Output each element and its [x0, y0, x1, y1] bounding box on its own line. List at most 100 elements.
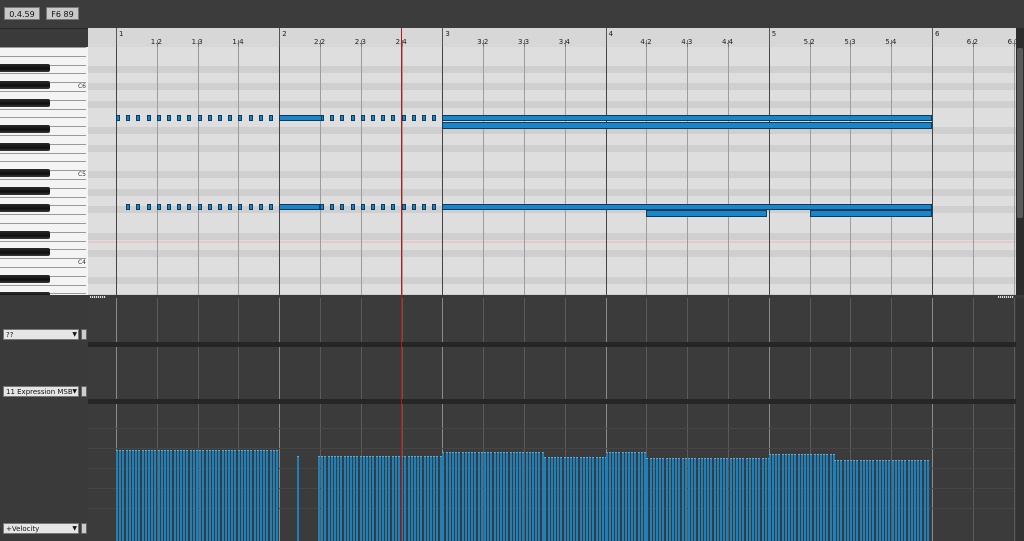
black-key[interactable]: [0, 186, 50, 195]
velocity-bar[interactable]: [519, 452, 522, 541]
velocity-bar[interactable]: [461, 452, 464, 541]
velocity-bar[interactable]: [192, 450, 195, 541]
velocity-bar[interactable]: [646, 458, 649, 541]
velocity-bar[interactable]: [474, 452, 477, 541]
velocity-bar[interactable]: [875, 460, 878, 541]
velocity-bar[interactable]: [672, 458, 674, 541]
midi-note[interactable]: [371, 204, 375, 210]
velocity-bar[interactable]: [697, 458, 700, 541]
velocity-bar[interactable]: [678, 458, 681, 541]
velocity-bar[interactable]: [135, 450, 138, 541]
velocity-bar[interactable]: [826, 454, 829, 541]
velocity-bar[interactable]: [888, 460, 891, 541]
velocity-bar[interactable]: [180, 450, 182, 541]
velocity-bar[interactable]: [608, 452, 611, 541]
midi-note[interactable]: [136, 115, 141, 121]
velocity-bar[interactable]: [816, 454, 819, 541]
midi-note[interactable]: [320, 204, 324, 210]
velocity-bar[interactable]: [144, 450, 147, 541]
midi-note[interactable]: [146, 115, 151, 121]
midi-note[interactable]: [228, 204, 233, 210]
velocity-bar[interactable]: [346, 456, 349, 541]
velocity-bar[interactable]: [859, 460, 862, 541]
velocity-bar[interactable]: [391, 456, 394, 541]
velocity-bar[interactable]: [547, 457, 550, 541]
black-key[interactable]: [0, 63, 50, 72]
velocity-bar[interactable]: [337, 456, 340, 541]
velocity-bar[interactable]: [586, 457, 588, 541]
velocity-bar[interactable]: [846, 460, 849, 541]
velocity-bar[interactable]: [810, 454, 813, 541]
velocity-bar[interactable]: [618, 452, 621, 541]
velocity-bar[interactable]: [704, 458, 706, 541]
midi-note[interactable]: [207, 204, 212, 210]
roll-scroll-thumb[interactable]: [1017, 48, 1023, 218]
velocity-bar[interactable]: [125, 450, 128, 541]
midi-note[interactable]: [442, 115, 932, 121]
velocity-bar[interactable]: [471, 452, 474, 541]
midi-note[interactable]: [646, 210, 768, 217]
velocity-bar[interactable]: [160, 450, 163, 541]
velocity-bar[interactable]: [250, 450, 253, 541]
velocity-bar[interactable]: [781, 454, 784, 541]
velocity-bar[interactable]: [522, 452, 525, 541]
velocity-bar[interactable]: [891, 460, 894, 541]
midi-note[interactable]: [238, 204, 243, 210]
velocity-bar[interactable]: [901, 460, 904, 541]
velocity-bar[interactable]: [212, 450, 214, 541]
velocity-bar[interactable]: [602, 457, 604, 541]
velocity-bar[interactable]: [234, 450, 237, 541]
velocity-bar[interactable]: [423, 456, 426, 541]
velocity-bar[interactable]: [148, 450, 150, 541]
midi-note[interactable]: [218, 115, 222, 121]
piano-roll-grid[interactable]: [88, 47, 1016, 295]
velocity-bar[interactable]: [595, 457, 598, 541]
midi-note[interactable]: [177, 204, 182, 210]
velocity-bar[interactable]: [458, 452, 461, 541]
velocity-bar[interactable]: [910, 460, 913, 541]
velocity-bar[interactable]: [132, 450, 134, 541]
velocity-bar[interactable]: [318, 456, 320, 541]
velocity-lane-selector[interactable]: +Velocity ▼: [3, 523, 79, 534]
velocity-bar[interactable]: [240, 450, 243, 541]
midi-note[interactable]: [218, 204, 222, 210]
velocity-bar[interactable]: [208, 450, 211, 541]
velocity-bar[interactable]: [637, 452, 640, 541]
velocity-bar[interactable]: [218, 450, 221, 541]
midi-note[interactable]: [330, 204, 335, 210]
midi-note[interactable]: [381, 115, 386, 121]
midi-note[interactable]: [156, 115, 161, 121]
velocity-bar[interactable]: [761, 458, 764, 541]
velocity-bar[interactable]: [758, 458, 761, 541]
velocity-bar[interactable]: [452, 452, 454, 541]
midi-note[interactable]: [411, 115, 416, 121]
roll-vertical-scrollbar[interactable]: [1016, 28, 1024, 295]
velocity-bar[interactable]: [668, 458, 671, 541]
velocity-bar[interactable]: [894, 460, 897, 541]
velocity-bar[interactable]: [554, 457, 556, 541]
velocity-bar[interactable]: [215, 450, 218, 541]
velocity-bar[interactable]: [414, 456, 416, 541]
midi-note[interactable]: [269, 204, 273, 210]
velocity-bar[interactable]: [739, 458, 742, 541]
velocity-bar[interactable]: [804, 454, 806, 541]
velocity-bar[interactable]: [834, 460, 837, 541]
velocity-bar[interactable]: [260, 450, 262, 541]
velocity-bar[interactable]: [334, 456, 336, 541]
midi-note[interactable]: [248, 204, 253, 210]
velocity-bar[interactable]: [589, 457, 592, 541]
midi-note[interactable]: [167, 204, 171, 210]
velocity-bar[interactable]: [500, 452, 502, 541]
velocity-bar[interactable]: [448, 452, 451, 541]
velocity-bar[interactable]: [398, 456, 400, 541]
midi-note[interactable]: [401, 115, 406, 121]
velocity-bar[interactable]: [183, 450, 186, 541]
midi-note[interactable]: [197, 115, 202, 121]
velocity-bar[interactable]: [592, 457, 595, 541]
velocity-bar[interactable]: [823, 454, 826, 541]
velocity-bar[interactable]: [885, 460, 888, 541]
velocity-bar[interactable]: [170, 450, 173, 541]
midi-note[interactable]: [360, 204, 365, 210]
midi-note[interactable]: [422, 115, 426, 121]
velocity-bar[interactable]: [263, 450, 266, 541]
